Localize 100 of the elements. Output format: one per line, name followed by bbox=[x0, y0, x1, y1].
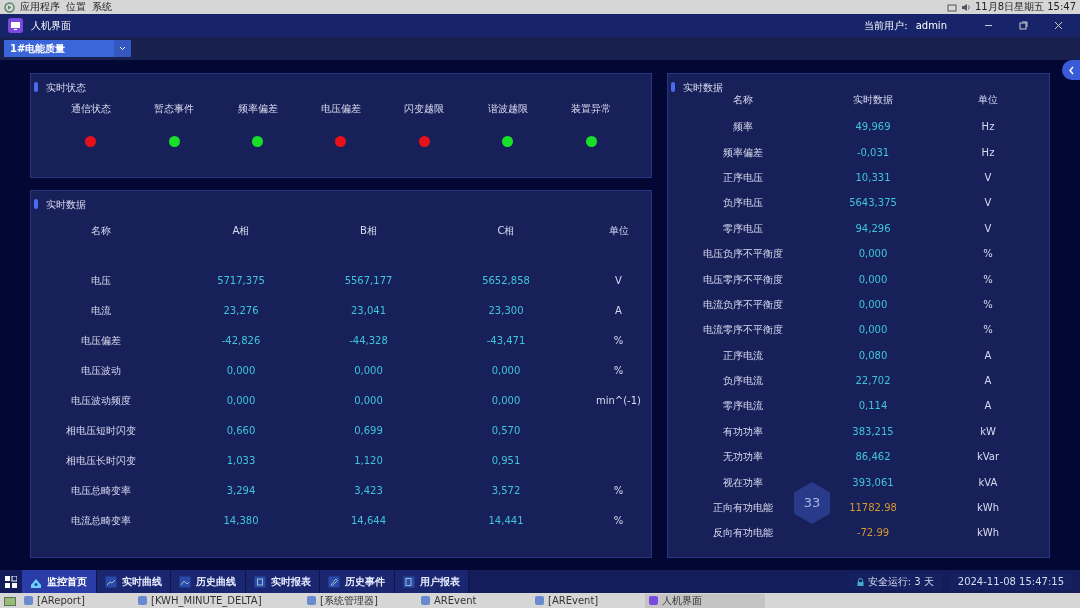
column-header: B相 bbox=[359, 223, 378, 238]
table-cell-text: 有功功率 bbox=[723, 424, 763, 439]
column-header: 名称 bbox=[90, 223, 112, 238]
table-cell-text: 0,080 bbox=[858, 348, 888, 363]
column-header: 名称 bbox=[733, 92, 753, 107]
logo-icon[interactable] bbox=[4, 1, 15, 13]
table-cell-text: 0,000 bbox=[353, 363, 384, 378]
panel-title: 实时数据 bbox=[46, 197, 86, 212]
status-label: 电压偏差 bbox=[320, 102, 361, 116]
table-cell-text: % bbox=[983, 297, 993, 312]
title-marker bbox=[671, 82, 675, 92]
table-cell-text: A bbox=[984, 348, 992, 363]
user-name: admin bbox=[915, 19, 947, 33]
panel-title: 实时状态 bbox=[46, 80, 86, 95]
line-chart-icon bbox=[179, 575, 191, 588]
table-cell-text: 反向有功电能 bbox=[713, 526, 773, 541]
close-icon[interactable] bbox=[1054, 21, 1063, 30]
table-cell-text: 3,294 bbox=[225, 483, 257, 498]
menu-item[interactable]: 系统 bbox=[91, 2, 113, 12]
table-cell-text: 22,702 bbox=[855, 374, 891, 389]
table-cell-text: 94,296 bbox=[855, 221, 891, 236]
nav-tab[interactable]: 实时曲线 bbox=[96, 570, 171, 593]
taskbar-item[interactable]: 人机界面 bbox=[645, 593, 765, 608]
desktop-icon[interactable] bbox=[4, 595, 16, 606]
volume-icon[interactable] bbox=[960, 2, 971, 12]
window-icon bbox=[138, 596, 147, 605]
table-cell-text: 无功功率 bbox=[723, 450, 763, 465]
taskbar-item[interactable]: [系统管理器] bbox=[303, 593, 413, 608]
table-cell-text: 86,462 bbox=[855, 450, 891, 465]
table-cell-text: 正序电压 bbox=[723, 170, 763, 185]
table-cell-text: -44,328 bbox=[348, 333, 389, 348]
user-label: 当前用户: bbox=[864, 19, 908, 33]
table-cell-text: 0,000 bbox=[225, 363, 257, 378]
table-cell-text: V bbox=[984, 221, 992, 236]
table-cell-text: 0,660 bbox=[225, 423, 257, 438]
table-cell-text: kVar bbox=[976, 450, 1000, 465]
maximize-icon[interactable] bbox=[1019, 21, 1028, 30]
table-cell-text: 视在功率 bbox=[723, 475, 763, 490]
taskbar-item[interactable]: [AReport] bbox=[20, 593, 130, 608]
nav-tab[interactable]: 用户报表 bbox=[394, 570, 469, 593]
collapse-button[interactable] bbox=[1062, 60, 1080, 80]
column-header: 单位 bbox=[607, 223, 630, 238]
taskbar-item[interactable]: [AREvent] bbox=[531, 593, 641, 608]
table-cell-text: Hz bbox=[981, 145, 995, 160]
table-cell-text: -0,031 bbox=[856, 145, 890, 160]
nav-tab[interactable]: 实时报表 bbox=[245, 570, 320, 593]
lock-icon bbox=[856, 577, 864, 586]
uptime-text: 安全运行: 3 天 bbox=[867, 575, 934, 589]
column-header: 实时数据 bbox=[853, 92, 893, 107]
table-cell-text: 23,300 bbox=[487, 303, 525, 318]
table-cell-text: % bbox=[983, 247, 993, 262]
table-cell-text: -42,826 bbox=[220, 333, 262, 348]
table-cell-text: 0,114 bbox=[858, 399, 888, 414]
taskbar-item[interactable]: AREvent bbox=[417, 593, 527, 608]
network-icon[interactable] bbox=[946, 2, 957, 12]
table-cell-text: min^(-1) bbox=[595, 393, 642, 408]
status-label: 频率偏差 bbox=[237, 102, 278, 116]
status-label: 闪变越限 bbox=[404, 102, 445, 116]
table-cell-text: 零序电压 bbox=[723, 221, 763, 236]
window-icon bbox=[535, 596, 544, 605]
table-cell-text: 负序电流 bbox=[723, 374, 763, 389]
table-cell-text: 频率 bbox=[733, 120, 753, 135]
taskbar-item[interactable]: [KWH_MINUTE_DELTA] bbox=[134, 593, 299, 608]
table-cell-text: 电压零序不平衡度 bbox=[703, 272, 783, 287]
table-cell-text: 正向有功电能 bbox=[713, 501, 773, 516]
nav-tab[interactable]: 历史曲线 bbox=[171, 570, 246, 593]
menu-item[interactable]: 应用程序 bbox=[19, 2, 61, 12]
table-cell-text: -72.99 bbox=[856, 526, 890, 541]
table-cell-text: 0,000 bbox=[858, 323, 888, 338]
table-cell-text: 14,441 bbox=[487, 513, 525, 528]
table-cell-text: 0,000 bbox=[858, 297, 888, 312]
table-cell-text: 0,000 bbox=[858, 247, 888, 262]
line-chart-icon bbox=[104, 575, 117, 588]
window-icon bbox=[24, 596, 33, 605]
table-cell-text: 相电压长时闪变 bbox=[65, 453, 137, 468]
table-cell-text: 14,644 bbox=[350, 513, 387, 528]
table-cell-text: 3,572 bbox=[490, 483, 522, 498]
table-cell-text: 0,570 bbox=[490, 423, 522, 438]
nav-tab[interactable]: 监控首页 bbox=[22, 570, 97, 593]
table-cell-text: 负序电压 bbox=[723, 196, 763, 211]
app-icon bbox=[8, 18, 23, 33]
table-cell-text: 14,380 bbox=[222, 513, 260, 528]
table-cell-text: A bbox=[984, 374, 992, 389]
table-cell-text: 0,000 bbox=[225, 393, 257, 408]
chevron-left-icon bbox=[1067, 65, 1075, 75]
status-datetime: 2024-11-08 15:47:15 bbox=[949, 573, 1072, 590]
table-cell-text: 5567,177 bbox=[343, 273, 394, 288]
table-cell-text: 0,000 bbox=[353, 393, 384, 408]
menu-item[interactable]: 位置 bbox=[65, 2, 87, 12]
table-cell-text: 5652,858 bbox=[481, 273, 531, 288]
table-cell-text: V bbox=[614, 273, 623, 288]
table-cell-text: 383,215 bbox=[852, 424, 894, 439]
status-label: 暂态事件 bbox=[154, 102, 195, 116]
table-cell-text: 电压负序不平衡度 bbox=[703, 247, 783, 262]
device-dropdown[interactable]: 1#电能质量 bbox=[4, 40, 131, 57]
table-cell-text: 正序电流 bbox=[723, 348, 763, 363]
window-icon bbox=[649, 596, 658, 605]
title-marker bbox=[34, 199, 38, 209]
nav-tab[interactable]: 历史事件 bbox=[320, 570, 395, 593]
floating-badge[interactable]: 33 bbox=[794, 482, 830, 524]
